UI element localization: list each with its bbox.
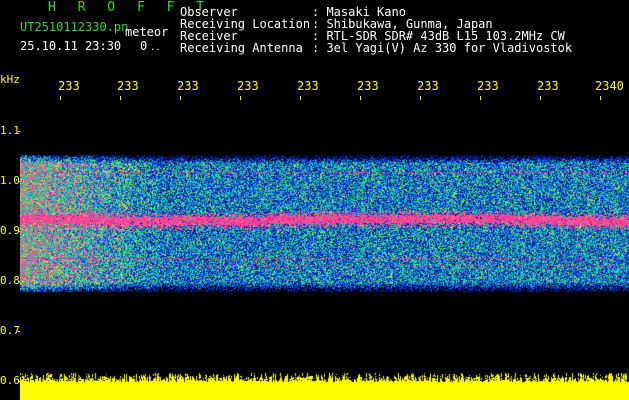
x-axis-label: 233 — [537, 79, 559, 93]
y-axis-label: 1.0 — [0, 174, 20, 187]
hrofft-window: H R O F F T UT2510112330.pn meteor 25.10… — [0, 0, 629, 400]
x-axis-label: 2340 — [595, 79, 624, 93]
filename-label: UT2510112330.pn — [20, 20, 129, 34]
x-axis-label: 233 — [117, 79, 139, 93]
y-axis-label: 1.1 — [0, 124, 20, 137]
meteor-count-suffix: .. — [150, 43, 161, 53]
y-axis-label: 0.6 — [0, 374, 20, 387]
x-axis-label: 233 — [297, 79, 319, 93]
x-axis-label: 233 — [177, 79, 199, 93]
y-axis-label: 0.8 — [0, 274, 20, 287]
x-axis-label: 233 — [357, 79, 379, 93]
axis-unit-label: kHz — [0, 73, 20, 86]
y-axis-label: 0.9 — [0, 224, 20, 237]
antenna-label: Receiving Antenna — [180, 41, 303, 55]
x-axis-label: 233 — [58, 79, 80, 93]
meteor-label: meteor — [125, 25, 169, 39]
meteor-count: 0 — [140, 39, 148, 53]
spectrogram-plot — [20, 100, 629, 400]
x-axis-label: 233 — [237, 79, 259, 93]
x-axis-label: 233 — [477, 79, 499, 93]
timestamp-label: 25.10.11 23:30 — [20, 39, 122, 53]
x-axis-label: 233 — [417, 79, 439, 93]
antenna-value: : 3el Yagi(V) Az 330 for Vladivostok — [312, 41, 573, 55]
y-axis-label: 0.7 — [0, 324, 20, 337]
